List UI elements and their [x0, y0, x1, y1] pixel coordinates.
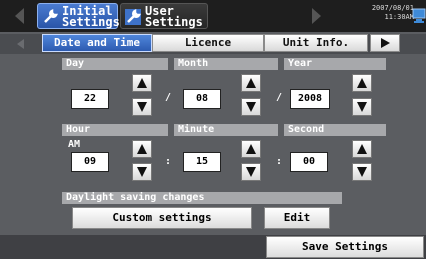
arrow-down-icon: [246, 167, 256, 177]
second-down-button[interactable]: [352, 163, 372, 181]
wrench-icon: [42, 9, 58, 25]
month-down-button[interactable]: [241, 98, 261, 116]
minute-value: 15: [183, 152, 221, 172]
arrow-down-icon: [137, 167, 147, 177]
year-down-button[interactable]: [352, 98, 372, 116]
edit-button[interactable]: Edit: [264, 207, 330, 229]
hour-up-button[interactable]: [132, 140, 152, 158]
wrench-icon: [125, 9, 141, 25]
day-value: 22: [71, 89, 109, 109]
minute-label: Minute: [174, 124, 278, 136]
tab-prev-arrow-icon[interactable]: [14, 36, 28, 55]
arrow-up-icon: [137, 144, 147, 154]
arrow-down-icon: [357, 102, 367, 112]
computer-icon[interactable]: [412, 7, 426, 25]
date-separator: /: [165, 92, 172, 103]
second-up-button[interactable]: [352, 140, 372, 158]
arrow-up-icon: [137, 78, 147, 88]
header-next-arrow-icon[interactable]: [308, 5, 324, 27]
current-time: 11:30AM: [384, 13, 414, 21]
initial-settings-button[interactable]: Initial Settings: [37, 3, 120, 29]
hour-down-button[interactable]: [132, 163, 152, 181]
year-value: 2008: [290, 89, 330, 109]
time-separator: :: [276, 156, 283, 167]
arrow-down-icon: [357, 167, 367, 177]
am-pm-indicator: AM: [68, 139, 81, 150]
date-separator: /: [276, 92, 283, 103]
month-value: 08: [183, 89, 221, 109]
day-label: Day: [62, 58, 168, 70]
time-separator: :: [165, 156, 172, 167]
datetime-display: 2007/08/01 11:30AM: [370, 4, 414, 22]
day-down-button[interactable]: [132, 98, 152, 116]
year-label: Year: [284, 58, 386, 70]
arrow-up-icon: [357, 78, 367, 88]
arrow-up-icon: [357, 144, 367, 154]
year-up-button[interactable]: [352, 74, 372, 92]
second-value: 00: [290, 152, 328, 172]
hour-value: 09: [71, 152, 109, 172]
tab-next-arrow-button[interactable]: [370, 34, 400, 52]
arrow-up-icon: [246, 144, 256, 154]
header-prev-arrow-icon[interactable]: [12, 5, 28, 27]
save-settings-button[interactable]: Save Settings: [266, 236, 424, 258]
month-up-button[interactable]: [241, 74, 261, 92]
current-date: 2007/08/01: [371, 4, 414, 12]
tab-unit-info[interactable]: Unit Info.: [264, 34, 368, 52]
custom-settings-button[interactable]: Custom settings: [72, 207, 252, 229]
tab-date-and-time[interactable]: Date and Time: [42, 34, 152, 52]
daylight-saving-label: Daylight saving changes: [62, 192, 342, 204]
user-settings-label: User Settings: [145, 4, 203, 29]
arrow-down-icon: [246, 102, 256, 112]
user-settings-button[interactable]: User Settings: [120, 3, 208, 29]
day-up-button[interactable]: [132, 74, 152, 92]
arrow-up-icon: [246, 78, 256, 88]
second-label: Second: [284, 124, 386, 136]
tab-bar: Date and Time Licence Unit Info.: [0, 34, 426, 54]
minute-down-button[interactable]: [241, 163, 261, 181]
header-bar: Initial Settings User Settings 2007/08/0…: [0, 0, 426, 32]
arrow-down-icon: [137, 102, 147, 112]
initial-settings-label: Initial Settings: [62, 4, 120, 29]
tab-licence[interactable]: Licence: [152, 34, 264, 52]
month-label: Month: [174, 58, 278, 70]
minute-up-button[interactable]: [241, 140, 261, 158]
screen: Initial Settings User Settings 2007/08/0…: [0, 0, 426, 259]
play-icon: [381, 38, 390, 48]
hour-label: Hour: [62, 124, 168, 136]
